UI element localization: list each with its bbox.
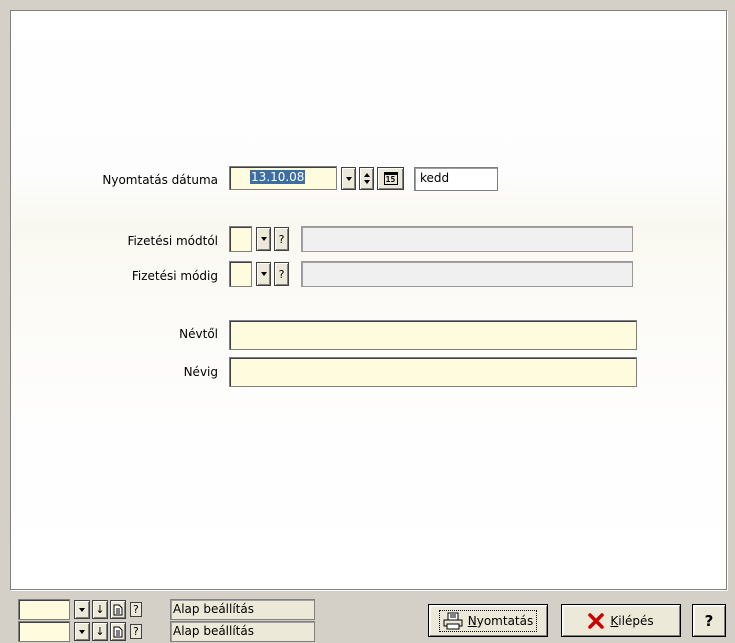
print-date-value: 13.10.08 <box>250 170 306 184</box>
settings-dropdown-button[interactable] <box>74 622 90 641</box>
settings-row-2: ↓ ? Alap beállítás <box>18 621 318 642</box>
spin-down-icon <box>363 180 370 184</box>
payment-to-label: Fizetési módig <box>131 269 218 283</box>
settings-load-button[interactable]: ↓ <box>92 622 108 641</box>
dropdown-icon <box>345 176 352 181</box>
help-icon: ? <box>130 624 142 639</box>
calendar-icon: 15 <box>383 172 398 185</box>
payment-from-dropdown-button[interactable] <box>256 227 271 251</box>
settings-input[interactable] <box>18 599 70 620</box>
dropdown-icon <box>79 607 85 612</box>
name-from-label: Névtől <box>179 327 218 341</box>
name-to-label: Névig <box>183 365 218 379</box>
payment-to-description <box>301 261 633 287</box>
help-icon: ? <box>130 602 142 617</box>
payment-from-help-button[interactable]: ? <box>274 227 289 251</box>
settings-label: Alap beállítás <box>170 621 315 642</box>
exit-button[interactable]: Kilépés <box>561 604 681 637</box>
close-x-icon <box>588 612 605 629</box>
spin-up-icon <box>363 173 370 177</box>
settings-dropdown-button[interactable] <box>74 600 90 619</box>
help-button[interactable]: ? <box>692 604 726 637</box>
name-to-input[interactable] <box>229 357 637 387</box>
settings-save-button[interactable] <box>110 622 126 641</box>
settings-load-button[interactable]: ↓ <box>92 600 108 619</box>
settings-row-1: ↓ ? Alap beállítás <box>18 599 318 620</box>
settings-help-button[interactable]: ? <box>128 622 168 641</box>
print-date-calendar-button[interactable]: 15 <box>377 167 404 190</box>
dropdown-icon <box>260 237 267 241</box>
form-panel <box>10 10 727 590</box>
print-button-label: Nyomtatás <box>467 613 534 628</box>
print-date-input[interactable]: 13.10.08 <box>229 166 337 190</box>
payment-to-dropdown-button[interactable] <box>256 262 271 286</box>
print-date-label: Nyomtatás dátuma <box>102 173 218 187</box>
down-arrow-icon: ↓ <box>95 603 105 616</box>
down-arrow-icon: ↓ <box>95 625 105 638</box>
print-date-weekday: kedd <box>414 167 498 191</box>
payment-to-code-input[interactable] <box>229 261 252 287</box>
document-icon <box>113 604 123 615</box>
print-date-dropdown-button[interactable] <box>341 167 356 190</box>
settings-label: Alap beállítás <box>170 599 315 620</box>
settings-input[interactable] <box>18 621 70 642</box>
payment-to-help-button[interactable]: ? <box>274 262 289 286</box>
print-button-focus: Nyomtatás <box>438 609 538 632</box>
exit-button-label: Kilépés <box>610 613 654 628</box>
settings-help-button[interactable]: ? <box>128 600 168 619</box>
payment-from-description <box>301 226 633 252</box>
document-icon <box>113 626 123 637</box>
print-button[interactable]: Nyomtatás <box>428 604 548 637</box>
dropdown-icon <box>260 272 267 276</box>
payment-from-code-input[interactable] <box>229 226 252 252</box>
settings-save-button[interactable] <box>110 600 126 619</box>
dropdown-icon <box>79 629 85 634</box>
name-from-input[interactable] <box>229 320 637 350</box>
printer-icon <box>443 612 463 629</box>
print-date-spin-button[interactable] <box>359 167 374 190</box>
payment-from-label: Fizetési módtól <box>127 234 218 248</box>
